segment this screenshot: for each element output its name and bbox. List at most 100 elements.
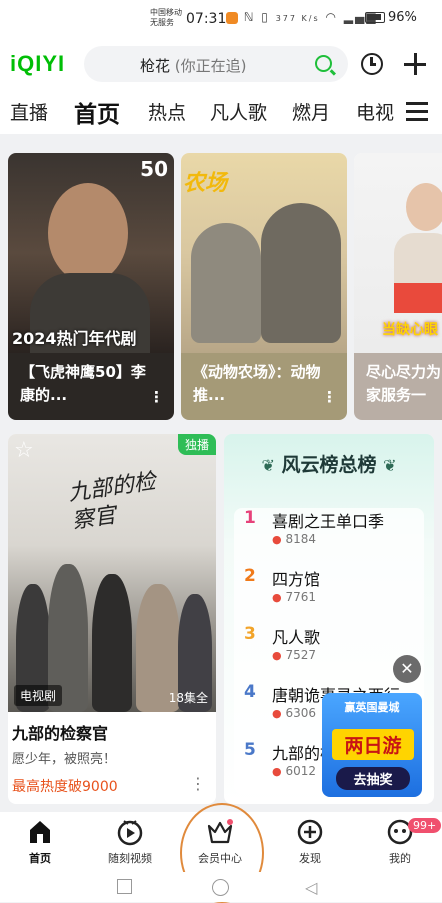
- tab-tv[interactable]: 电视: [356, 98, 396, 125]
- flame-icon: ●: [272, 649, 282, 662]
- drama-title: 九部的检察官: [12, 724, 109, 743]
- status-icons: ℕ ▯ 377 K/s ◠ ▂▄▆: [226, 10, 377, 24]
- tab-home[interactable]: 首页: [74, 95, 120, 129]
- card-thumbnail: 当缺心眼: [354, 153, 442, 353]
- star-icon[interactable]: ☆: [14, 438, 34, 463]
- more-options-icon[interactable]: ⋮: [190, 774, 206, 793]
- exclusive-badge: 独播: [177, 434, 216, 455]
- wifi-icon: ◠: [325, 10, 338, 24]
- nav-label: 发现: [299, 852, 321, 865]
- card-caption-bg: 【飞虎神鹰50】李康的...: [8, 353, 174, 420]
- rank-heat-value: 8184: [285, 532, 316, 546]
- card-caption: 【飞虎神鹰50】李康的...: [20, 363, 146, 404]
- rank-number: 2: [244, 566, 256, 586]
- tab-ranyue[interactable]: 燃月: [292, 98, 330, 125]
- tab-fanrenge[interactable]: 凡人歌: [210, 98, 267, 125]
- drama-poster: 九部的检察官 独播 ☆ 电视剧 18集全: [8, 434, 216, 712]
- battery-percent: 96%: [388, 10, 417, 25]
- rank-heat: ● 6306: [272, 706, 316, 720]
- rank-heat-value: 7761: [285, 590, 316, 604]
- recents-icon[interactable]: [117, 879, 132, 894]
- promo-main-text: 两日游: [332, 729, 414, 760]
- channel-tabs: 直播 首页 热点 凡人歌 燃月 电视: [0, 88, 442, 134]
- nav-label: 首页: [29, 852, 51, 865]
- card-overlay-text: 2024热门年代剧: [12, 329, 137, 348]
- ranking-title-row: ❦ 风云榜总榜 ❦: [224, 450, 434, 477]
- drama-heat: 最高热度破9000: [12, 779, 118, 795]
- laurel-right-icon: ❦: [383, 456, 397, 475]
- add-icon[interactable]: [404, 53, 426, 75]
- app-header: iQIYI 枪花 (你正在追): [0, 40, 442, 88]
- search-bar[interactable]: 枪花 (你正在追): [84, 46, 348, 82]
- nfc-icon: ℕ: [243, 10, 256, 24]
- poster-calligraphy-title: 九部的检察官: [66, 469, 158, 535]
- cartoon-animal-left: [191, 223, 261, 343]
- drama-card[interactable]: 九部的检察官 独播 ☆ 电视剧 18集全 九部的检察官 愿少年，被照亮！ 最高热…: [8, 434, 216, 804]
- home-icon: [26, 818, 54, 846]
- episode-number: 50: [140, 157, 168, 181]
- rank-heat-value: 7527: [285, 648, 316, 662]
- nav-label: 我的: [389, 852, 411, 865]
- tab-live[interactable]: 直播: [10, 98, 48, 125]
- card-caption-bg: 尽心尽力为家服务一: [354, 353, 442, 420]
- card-caption-bg: 《动物农场》：动物推...: [181, 353, 347, 420]
- compass-plus-icon: [296, 818, 324, 846]
- promo-banner[interactable]: 赢英国曼城 两日游 去抽奖: [322, 693, 422, 797]
- carrier-info: 中国移动 无服务: [150, 8, 182, 28]
- rank-number: 5: [244, 740, 256, 760]
- rank-name: 四方馆: [272, 570, 321, 589]
- host-face: [406, 183, 442, 231]
- card-caption: 《动物农场》：动物推...: [193, 363, 321, 404]
- cartoon-animal-right: [261, 203, 341, 343]
- card-overlay-text: 当缺心眼: [382, 322, 438, 338]
- search-suggestion: 枪花 (你正在追): [140, 55, 247, 76]
- laurel-left-icon: ❦: [261, 456, 275, 475]
- nav-discover[interactable]: 发现: [270, 818, 350, 866]
- rank-number: 4: [244, 682, 256, 702]
- rank-heat: ● 8184: [272, 532, 316, 546]
- nav-suike-video[interactable]: 随刻视频: [90, 818, 170, 866]
- back-icon[interactable]: ◁: [305, 878, 317, 897]
- close-icon[interactable]: ✕: [393, 655, 421, 683]
- video-card-2[interactable]: 农场 《动物农场》：动物推... ⋮: [181, 153, 347, 420]
- actor-face: [48, 183, 128, 283]
- clock-time: 07:31: [186, 11, 227, 27]
- flame-icon: ●: [272, 707, 282, 720]
- carrier-service: 无服务: [150, 18, 174, 27]
- rank-number: 1: [244, 508, 256, 528]
- ranking-title: 风云榜总榜: [281, 454, 377, 476]
- cast-figure: [92, 574, 132, 712]
- iqiyi-logo[interactable]: iQIYI: [10, 51, 65, 77]
- card-caption: 尽心尽力为家服务一: [366, 363, 442, 404]
- desk-laptop: [394, 283, 442, 313]
- rank-heat: ● 7527: [272, 648, 316, 662]
- tv-series-badge: 电视剧: [14, 685, 63, 706]
- card-thumbnail: 农场: [181, 153, 347, 353]
- drama-subtitle: 愿少年，被照亮！: [12, 752, 117, 767]
- history-icon[interactable]: [361, 53, 383, 75]
- menu-icon[interactable]: [406, 102, 428, 121]
- vibrate-icon: ▯: [261, 10, 270, 24]
- system-nav-bar: ◁: [0, 872, 442, 902]
- net-speed: 377 K/s: [275, 14, 320, 23]
- more-options-icon[interactable]: ⋮: [149, 388, 164, 406]
- rank-name: 喜剧之王单口季: [272, 512, 385, 531]
- more-options-icon[interactable]: ⋮: [322, 388, 337, 406]
- search-icon[interactable]: [315, 55, 332, 72]
- battery-icon: [365, 12, 385, 23]
- home-button-icon[interactable]: [212, 879, 229, 896]
- nav-home[interactable]: 首页: [0, 818, 80, 866]
- video-card-1[interactable]: 50 2024热门年代剧 【飞虎神鹰50】李康的... ⋮: [8, 153, 174, 420]
- promo-headline: 赢英国曼城: [344, 701, 400, 714]
- lottery-button[interactable]: 去抽奖: [336, 767, 410, 790]
- notification-icon: [226, 11, 238, 24]
- nav-label: 随刻视频: [108, 852, 152, 865]
- rank-heat: ● 7761: [272, 590, 316, 604]
- carrier-name: 中国移动: [150, 8, 182, 17]
- tab-hot[interactable]: 热点: [148, 98, 186, 125]
- video-card-3[interactable]: 当缺心眼 尽心尽力为家服务一: [354, 153, 442, 420]
- rank-number: 3: [244, 624, 256, 644]
- flame-icon: ●: [272, 533, 282, 546]
- notification-badge: 99+: [408, 818, 442, 833]
- status-bar: 中国移动 无服务 07:31 ℕ ▯ 377 K/s ◠ ▂▄▆ 96%: [0, 0, 442, 40]
